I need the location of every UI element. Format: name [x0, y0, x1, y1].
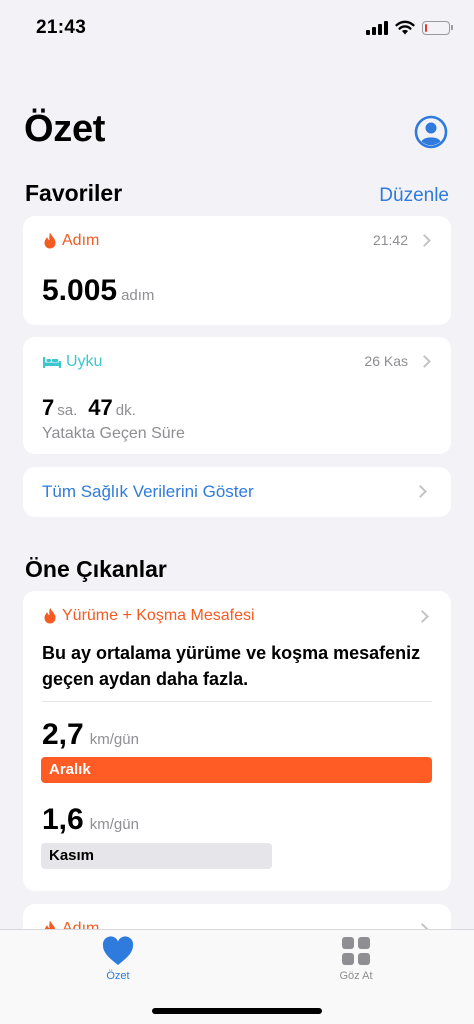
sleep-card-header: Uyku [42, 353, 102, 371]
sleep-label: Uyku [66, 353, 103, 370]
steps-label: Adım [62, 232, 100, 249]
page-title: Özet [24, 108, 106, 150]
sleep-hours: 7 [42, 395, 55, 420]
show-all-health-data-button[interactable]: Tüm Sağlık Verilerini Göster [23, 467, 451, 517]
steps-unit: adım [121, 287, 155, 304]
status-icons [366, 20, 453, 35]
distance-label: Yürüme + Koşma Mesafesi [62, 607, 255, 624]
previous-month-bar: Kasım [41, 843, 272, 869]
battery-icon [422, 20, 453, 35]
flame-icon [44, 232, 56, 249]
tab-summary-label: Özet [106, 970, 130, 982]
show-all-label: Tüm Sağlık Verilerini Göster [42, 482, 254, 501]
flame-icon [44, 607, 56, 624]
tab-browse[interactable]: Göz At [316, 936, 396, 982]
sleep-hours-unit: sa. [57, 402, 78, 419]
home-indicator [152, 1008, 322, 1014]
sleep-minutes-unit: dk. [115, 402, 136, 419]
sleep-value-row: 7 sa. 47 dk. [42, 395, 136, 421]
current-month-value-row: 2,7 km/gün [42, 718, 139, 752]
tab-summary[interactable]: Özet [78, 936, 158, 982]
battery-level [425, 23, 427, 32]
profile-icon[interactable] [414, 115, 448, 149]
steps-meta: 21:42 [372, 232, 431, 248]
sleep-meta: 26 Kas [364, 353, 431, 369]
steps-card[interactable]: Adım 21:42 5.005 adım [23, 216, 451, 325]
grid-icon [342, 937, 370, 965]
chevron-right-icon [414, 485, 427, 498]
chevron-right-icon [416, 610, 429, 623]
current-month-unit: km/gün [89, 731, 139, 748]
wifi-icon [395, 20, 415, 35]
steps-time: 21:42 [372, 232, 408, 248]
steps-value: 5.005 [42, 274, 118, 307]
sleep-minutes: 47 [88, 395, 113, 420]
steps-value-row: 5.005 adım [42, 274, 154, 308]
tab-browse-label: Göz At [339, 970, 373, 982]
heart-icon [102, 936, 134, 965]
current-month-bar: Aralık [41, 757, 432, 783]
steps-card-header: Adım [42, 232, 99, 250]
current-month-label: Aralık [49, 761, 91, 778]
distance-description: Bu ay ortalama yürüme ve koşma mesafeniz… [42, 643, 421, 689]
sleep-date: 26 Kas [364, 353, 408, 369]
chevron-right-icon [418, 354, 431, 368]
previous-month-value-row: 1,6 km/gün [42, 803, 139, 837]
highlights-title: Öne Çıkanlar [25, 556, 167, 582]
previous-month-unit: km/gün [89, 816, 139, 833]
status-bar: 21:43 [0, 0, 474, 54]
sleep-caption: Yatakta Geçen Süre [42, 425, 185, 442]
distance-card-header: Yürüme + Koşma Mesafesi [42, 607, 255, 625]
previous-month-label: Kasım [49, 847, 95, 864]
status-time: 21:43 [36, 17, 87, 38]
bed-icon [43, 357, 61, 368]
distance-highlight-card[interactable]: Yürüme + Koşma Mesafesi Bu ay ortalama y… [23, 591, 451, 891]
cellular-signal-icon [366, 20, 388, 35]
previous-month-value: 1,6 [42, 803, 84, 836]
current-month-value: 2,7 [42, 718, 84, 751]
chevron-right-icon [418, 233, 431, 247]
sleep-card[interactable]: Uyku 26 Kas 7 sa. 47 dk. Yatakta Geçen S… [23, 337, 451, 454]
favorites-title: Favoriler [25, 180, 123, 206]
divider [42, 701, 432, 702]
edit-favorites-link[interactable]: Düzenle [379, 185, 449, 207]
